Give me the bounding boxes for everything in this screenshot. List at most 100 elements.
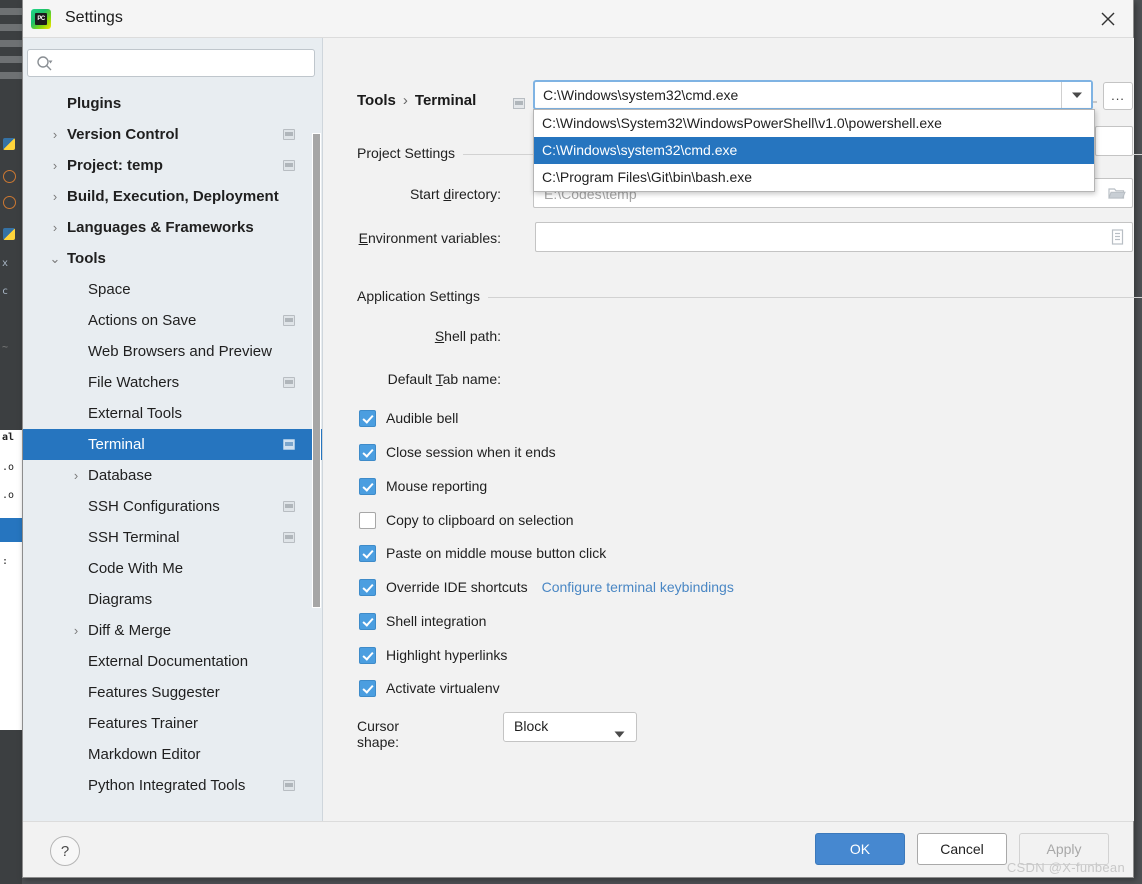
sidebar-item-file-watchers[interactable]: File Watchers (23, 367, 322, 398)
search-box[interactable] (27, 49, 315, 78)
configure-terminal-keybindings-link[interactable]: Configure terminal keybindings (542, 579, 734, 595)
folder-icon[interactable] (1103, 180, 1131, 206)
default-tab-name-label: Default Tab name: (323, 371, 501, 387)
breadcrumb-root[interactable]: Tools (357, 92, 396, 109)
chevron-right-icon[interactable]: › (69, 615, 83, 646)
circle-icon (3, 196, 16, 209)
bg-text-glyph: .o (2, 462, 15, 473)
project-scope-badge-icon (283, 439, 295, 450)
checkbox-icon[interactable] (359, 612, 376, 630)
sidebar-item-database[interactable]: › Database (23, 460, 322, 491)
environment-variables-field[interactable] (535, 222, 1133, 253)
sidebar-item-terminal[interactable]: Terminal (23, 429, 322, 460)
checkbox-label: Mouse reporting (386, 478, 488, 494)
search-input[interactable] (62, 50, 314, 78)
chevron-right-icon[interactable]: › (48, 181, 62, 212)
group-divider (487, 297, 1142, 298)
checkbox-icon[interactable] (359, 544, 376, 562)
checkbox-row-paste-on-middle-mouse-button-click[interactable]: Paste on middle mouse button click (359, 541, 606, 565)
checkbox-row-highlight-hyperlinks[interactable]: Highlight hyperlinks (359, 643, 507, 667)
sidebar-item-features-trainer[interactable]: Features Trainer (23, 708, 322, 739)
checkbox-label: Close session when it ends (386, 444, 556, 460)
shell-path-option[interactable]: C:\Program Files\Git\bin\bash.exe (534, 164, 1094, 191)
shell-path-option[interactable]: C:\Windows\System32\WindowsPowerShell\v1… (534, 110, 1094, 137)
checkbox-label: Copy to clipboard on selection (386, 512, 574, 528)
label-pre: Start (409, 186, 444, 202)
checkbox-row-shell-integration[interactable]: Shell integration (359, 609, 486, 633)
sidebar-item-web-browsers-and-preview[interactable]: Web Browsers and Preview (23, 336, 322, 367)
shell-path-combobox[interactable]: C:\Windows\system32\cmd.exe (533, 80, 1093, 110)
chevron-right-icon[interactable]: › (48, 212, 62, 243)
help-button[interactable]: ? (50, 836, 80, 866)
title-bar: PC Settings (23, 0, 1133, 38)
sidebar-item-ssh-terminal[interactable]: SSH Terminal (23, 522, 322, 553)
sidebar-scrollbar-thumb[interactable] (312, 133, 321, 608)
sidebar-item-languages-frameworks[interactable]: › Languages & Frameworks (23, 212, 322, 243)
sidebar-item-python-integrated-tools[interactable]: Python Integrated Tools (23, 770, 322, 801)
sidebar-item-diagrams[interactable]: Diagrams (23, 584, 322, 615)
bg-text-glyph: al (2, 432, 15, 443)
sidebar-item-code-with-me[interactable]: Code With Me (23, 553, 322, 584)
chevron-right-icon[interactable]: › (48, 150, 62, 181)
close-icon[interactable] (1083, 0, 1133, 37)
sidebar-item-external-documentation[interactable]: External Documentation (23, 646, 322, 677)
checkbox-icon[interactable] (359, 443, 376, 461)
environment-variables-label: Environment variables: (323, 230, 501, 246)
default-tab-name-field[interactable] (1095, 126, 1133, 156)
list-icon[interactable] (1103, 224, 1131, 250)
checkbox-row-override-ide-shortcuts[interactable]: Override IDE shortcuts Configure terminal… (359, 575, 734, 599)
environment-variables-input[interactable] (544, 223, 1100, 253)
checkbox-row-close-session-when-it-ends[interactable]: Close session when it ends (359, 440, 556, 464)
chevron-down-icon[interactable] (614, 725, 625, 741)
breadcrumb-separator: › (402, 92, 408, 109)
sidebar-item-label: External Documentation (88, 653, 249, 670)
sidebar-item-version-control[interactable]: › Version Control (23, 119, 322, 150)
sidebar-item-ssh-configurations[interactable]: SSH Configurations (23, 491, 322, 522)
checkbox-icon[interactable] (359, 646, 376, 664)
project-scope-badge-icon (283, 315, 295, 326)
chevron-right-icon[interactable]: › (48, 119, 62, 150)
chevron-right-icon[interactable]: › (69, 460, 83, 491)
checkbox-icon[interactable] (359, 511, 376, 529)
shell-path-browse-button[interactable]: ... (1103, 82, 1133, 110)
sidebar-item-markdown-editor[interactable]: Markdown Editor (23, 739, 322, 770)
chevron-down-icon[interactable]: ⌄ (48, 243, 62, 274)
checkbox-row-activate-virtualenv[interactable]: Activate virtualenv (359, 676, 500, 700)
sidebar-scrollbar[interactable] (311, 88, 322, 821)
sidebar-item-external-tools[interactable]: External Tools (23, 398, 322, 429)
shell-path-dropdown-list[interactable]: C:\Windows\System32\WindowsPowerShell\v1… (533, 109, 1095, 192)
sidebar-item-tools[interactable]: ⌄ Tools (23, 243, 322, 274)
sidebar-item-diff-merge[interactable]: › Diff & Merge (23, 615, 322, 646)
sidebar-item-label: SSH Configurations (88, 498, 220, 515)
checkbox-row-audible-bell[interactable]: Audible bell (359, 406, 458, 430)
bg-text-glyph: x (2, 258, 9, 269)
sidebar-item-plugins[interactable]: Plugins (23, 88, 322, 119)
checkbox-icon[interactable] (359, 409, 376, 427)
project-scope-badge-icon (283, 129, 295, 140)
bg-toolbar-line (0, 40, 22, 47)
label-accel: T (435, 371, 443, 387)
checkbox-row-copy-to-clipboard-on-selection[interactable]: Copy to clipboard on selection (359, 508, 574, 532)
cursor-shape-select[interactable]: Block (503, 712, 637, 742)
shell-path-option[interactable]: C:\Windows\system32\cmd.exe (534, 137, 1094, 164)
sidebar-item-label: Version Control (67, 126, 179, 143)
checkbox-icon[interactable] (359, 578, 376, 596)
sidebar-item-build-execution-deployment[interactable]: › Build, Execution, Deployment (23, 181, 322, 212)
chevron-down-icon[interactable] (1061, 82, 1091, 108)
settings-sidebar: Plugins › Version Control › Project: temp › Bu… (23, 38, 323, 821)
bg-white-pane (0, 430, 22, 730)
ok-button[interactable]: OK (815, 833, 905, 865)
checkbox-label: Audible bell (386, 410, 459, 426)
sidebar-item-label: Code With Me (88, 560, 184, 577)
checkbox-row-mouse-reporting[interactable]: Mouse reporting (359, 474, 487, 498)
project-scope-badge-icon (283, 501, 295, 512)
sidebar-item-space[interactable]: Space (23, 274, 322, 305)
sidebar-item-features-suggester[interactable]: Features Suggester (23, 677, 322, 708)
checkbox-icon[interactable] (359, 679, 376, 697)
sidebar-item-actions-on-save[interactable]: Actions on Save (23, 305, 322, 336)
cancel-button[interactable]: Cancel (917, 833, 1007, 865)
checkbox-icon[interactable] (359, 477, 376, 495)
sidebar-item-project-temp[interactable]: › Project: temp (23, 150, 322, 181)
label-post: hell path: (444, 328, 501, 344)
dialog-footer: ? OK Cancel Apply CSDN @X-funbean (23, 821, 1133, 877)
